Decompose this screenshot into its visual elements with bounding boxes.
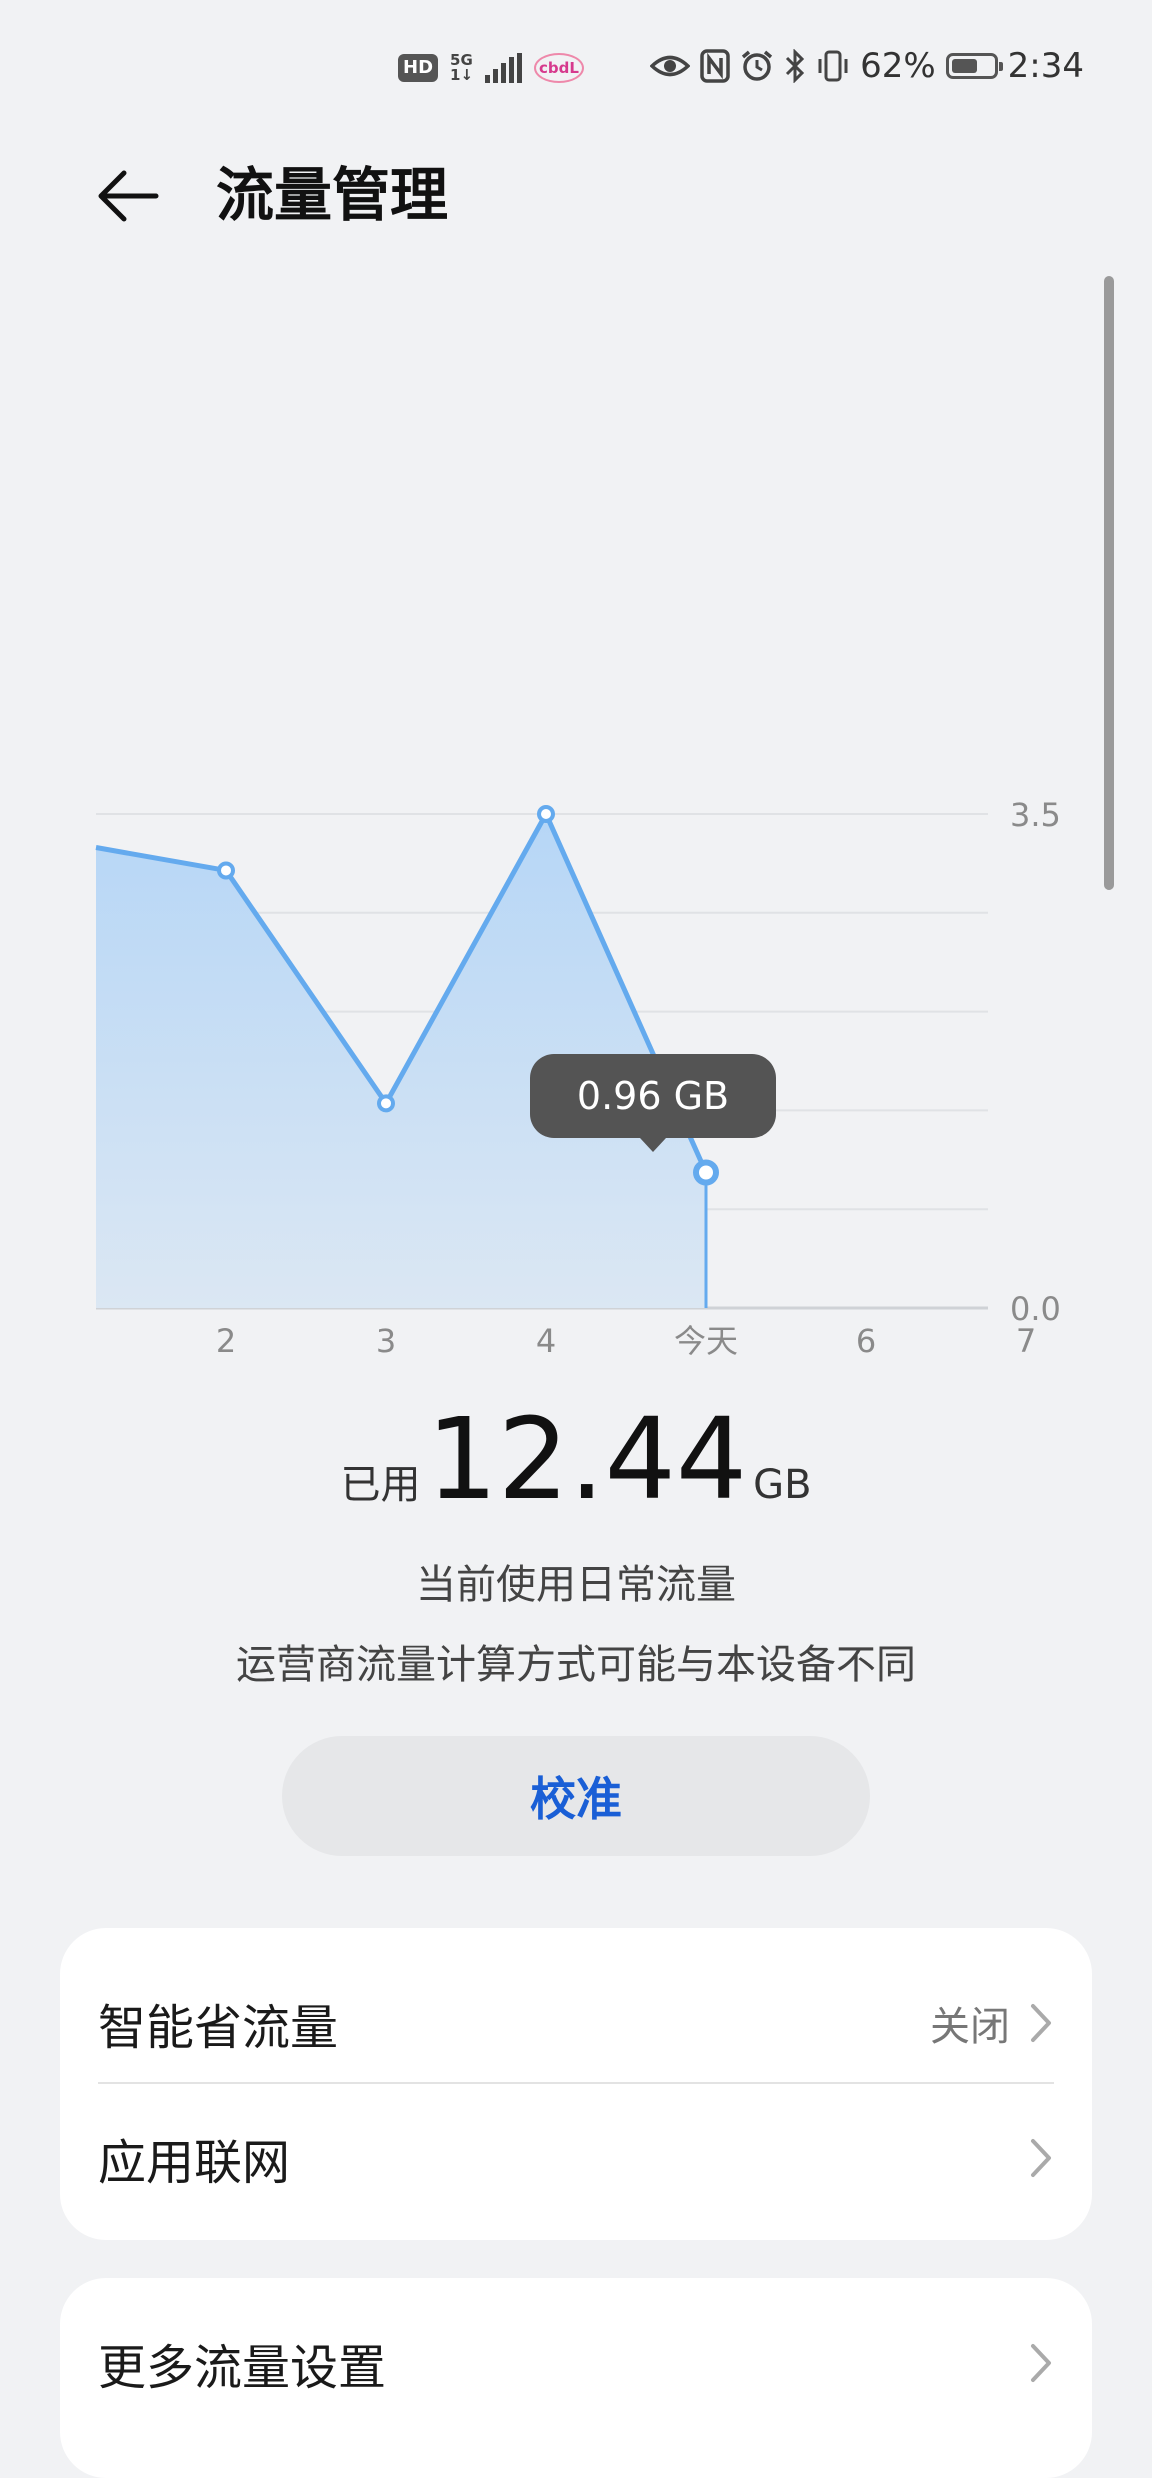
usage-prefix: 已用 [340, 1462, 421, 1508]
app-network-label: 应用联网 [98, 2135, 291, 2191]
data-point [537, 805, 555, 823]
data-point [377, 1094, 395, 1113]
usage-unit: GB [753, 1462, 812, 1508]
x-tick-label: 2 [216, 1322, 236, 1360]
x-tick-label: 3 [376, 1322, 396, 1360]
smart-saver-value: 关闭 [930, 2004, 1010, 2050]
usage-amount: 12.44 [426, 1395, 748, 1525]
status-bar: HD 5G 1↓ cbdL 62% 2:34 [0, 0, 1152, 130]
eye-comfort-icon [650, 55, 691, 77]
back-arrow-icon [98, 170, 159, 222]
carrier-icon: cbdL [534, 53, 584, 83]
bluetooth-icon [786, 49, 805, 83]
page-title: 流量管理 [216, 161, 449, 229]
divider [98, 2082, 1054, 2084]
carrier-note-text: 运营商流量计算方式可能与本设备不同 [236, 1642, 916, 1688]
back-button[interactable] [92, 156, 172, 236]
hd-voice-icon: HD [398, 54, 439, 82]
chevron-right-icon [1031, 2344, 1051, 2382]
nfc-icon [700, 49, 730, 83]
battery-fill [951, 59, 977, 73]
calibrate-button[interactable]: 校准 [282, 1736, 870, 1856]
status-right: 62% 2:34 [650, 42, 1084, 90]
vibrate-icon [818, 50, 848, 82]
network-sub-label: 1↓ [450, 66, 474, 84]
chevron-right-icon [1031, 2004, 1051, 2042]
selected-data-point [693, 1159, 719, 1186]
battery-icon [945, 53, 1003, 79]
more-settings-row[interactable]: 更多流量设置 [98, 2318, 1054, 2408]
y-tick-label: 3.5 [1010, 796, 1061, 834]
more-settings-card: 更多流量设置 [60, 2278, 1092, 2478]
settings-card: 智能省流量 关闭 应用联网 [60, 1928, 1092, 2240]
x-tick-label: 6 [856, 1322, 876, 1360]
more-settings-label: 更多流量设置 [98, 2340, 387, 2396]
app-network-row[interactable]: 应用联网 [98, 2110, 1054, 2206]
usage-plan-text: 当前使用日常流量 [416, 1562, 736, 1608]
data-point [217, 861, 235, 880]
x-tick-label: 今天 [674, 1322, 738, 1360]
smart-saver-label: 智能省流量 [98, 2000, 339, 2056]
battery-percent: 62% [860, 46, 936, 86]
chevron-right-icon [1031, 2139, 1051, 2177]
usage-summary: 已用12.44 GB [0, 1395, 1152, 1525]
status-left: HD 5G 1↓ cbdL [398, 46, 584, 90]
x-tick-label: 7 [1016, 1322, 1036, 1360]
clock: 2:34 [1007, 46, 1084, 86]
alarm-icon [741, 50, 773, 81]
signal-icon [485, 53, 523, 83]
network-type-icon: 5G 1↓ [450, 53, 473, 83]
x-tick-label: 4 [536, 1322, 556, 1360]
usage-tooltip: 0.96 GB [530, 1054, 776, 1152]
smart-saver-row[interactable]: 智能省流量 关闭 [98, 1978, 1054, 2068]
